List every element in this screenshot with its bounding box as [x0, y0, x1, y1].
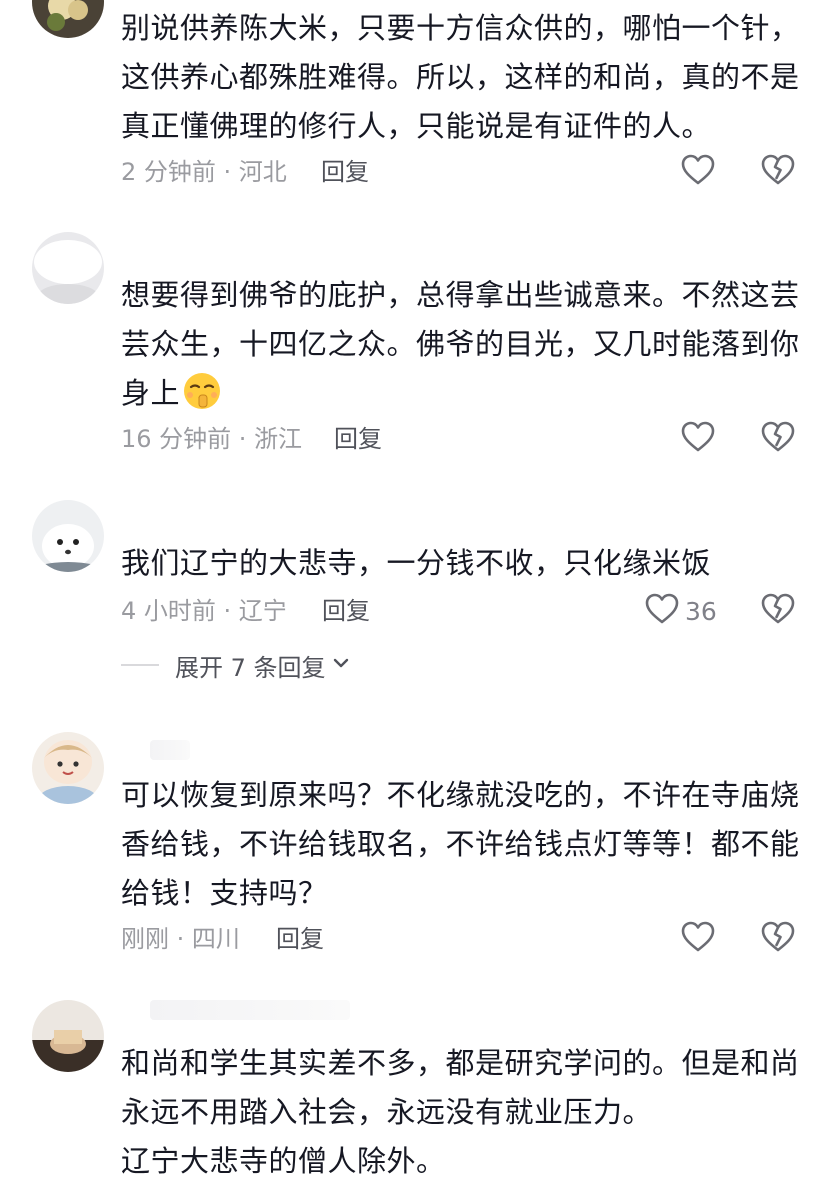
comment-text: 别说供养陈大米，只要十方信众供的，哪怕一个针， 这供养心都殊胜难得。所以，这样的…	[121, 11, 800, 143]
comment-text: 和尚和学生其实差不多，都是研究学问的。但是和尚 永远不用踏入社会，永远没有就业压…	[121, 1046, 800, 1178]
avatar[interactable]	[32, 732, 104, 804]
comment-time: 2 分钟前	[121, 158, 216, 186]
comment-text: 想要得到佛爷的庇护，总得拿出些诚意来。不然这芸 芸众生，十四亿之众。佛爷的目光，…	[121, 278, 800, 411]
comment-time: 4 小时前	[121, 597, 216, 625]
comment-text: 可以恢复到原来吗？不化缘就没吃的，不许在寺庙烧 香给钱，不许给钱取名，不许给钱点…	[121, 778, 800, 910]
expand-replies-label: 展开 7 条回复	[175, 653, 326, 682]
avatar[interactable]	[32, 500, 104, 572]
broken-heart-icon	[761, 154, 795, 190]
comment-text: 我们辽宁的大悲寺，一分钱不收，只化缘米饭	[121, 546, 712, 580]
like-button[interactable]	[681, 919, 715, 959]
like-button[interactable]	[681, 152, 715, 192]
heart-icon	[681, 154, 715, 190]
expand-replies-button[interactable]: 展开 7 条回复	[121, 645, 352, 685]
avatar[interactable]	[32, 1000, 104, 1072]
avatar[interactable]	[32, 0, 104, 38]
dislike-button[interactable]	[761, 419, 795, 459]
broken-heart-icon	[761, 921, 795, 957]
reply-button[interactable]: 回复	[276, 919, 324, 959]
heart-icon	[681, 921, 715, 957]
comment-time: 刚刚	[121, 925, 169, 953]
heart-icon	[645, 593, 679, 629]
reply-button[interactable]: 回复	[334, 419, 382, 459]
heart-icon	[681, 421, 715, 457]
dislike-button[interactable]	[761, 591, 795, 631]
dislike-button[interactable]	[761, 919, 795, 959]
comment-meta: 刚刚 · 四川	[121, 919, 240, 959]
shushing-face-emoji	[182, 371, 222, 411]
comment-location: 四川	[191, 925, 240, 953]
avatar[interactable]	[32, 232, 104, 304]
username-placeholder	[150, 740, 190, 760]
expand-divider	[121, 664, 159, 666]
comment-location: 辽宁	[238, 597, 287, 625]
meta-separator: ·	[169, 925, 192, 953]
like-count: 36	[685, 596, 717, 626]
like-button[interactable]: 36	[645, 591, 717, 631]
reply-button[interactable]: 回复	[321, 152, 369, 192]
username-placeholder	[150, 1000, 350, 1020]
comment-location: 河北	[238, 158, 287, 186]
comment-meta: 16 分钟前 · 浙江	[121, 419, 302, 459]
chevron-down-icon	[330, 652, 352, 678]
like-button[interactable]	[681, 419, 715, 459]
meta-separator: ·	[215, 158, 239, 186]
comment-meta: 4 小时前 · 辽宁	[121, 591, 287, 631]
reply-button[interactable]: 回复	[322, 591, 370, 631]
dislike-button[interactable]	[761, 152, 795, 192]
comment-time: 16 分钟前	[121, 425, 232, 453]
broken-heart-icon	[761, 593, 795, 629]
comment-meta: 2 分钟前 · 河北	[121, 152, 287, 192]
comment-location: 浙江	[254, 425, 303, 453]
meta-separator: ·	[215, 597, 239, 625]
meta-separator: ·	[231, 425, 255, 453]
broken-heart-icon	[761, 421, 795, 457]
